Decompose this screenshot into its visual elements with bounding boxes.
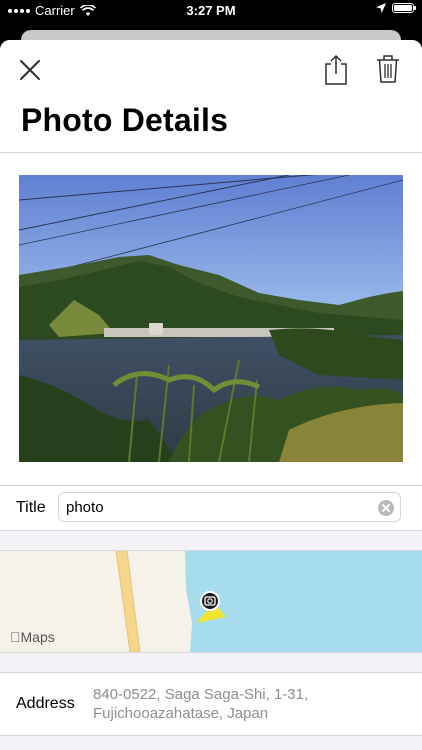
title-input[interactable]: [58, 492, 401, 522]
address-label: Address: [16, 695, 75, 712]
photo-image[interactable]: [19, 175, 403, 462]
status-right: [376, 3, 416, 13]
photo-details-sheet: Photo Details Title photo Maps Address 8…: [0, 40, 422, 750]
title-label: Title: [16, 499, 46, 516]
status-bar: Carrier 3:27 PM: [0, 0, 422, 22]
clear-text-icon[interactable]: [378, 500, 394, 516]
apple-logo-icon: : [10, 629, 21, 645]
photo-section: [0, 153, 422, 486]
maps-label: Maps: [10, 629, 55, 645]
navigation-header: Photo Details: [0, 40, 422, 153]
address-value: 840-0522, Saga Saga-Shi, 1-31, Fujichooa…: [93, 686, 309, 722]
map-view[interactable]: Maps: [0, 550, 422, 653]
address-row: Address 840-0522, Saga Saga-Shi, 1-31, F…: [0, 672, 422, 736]
location-arrow-icon: [376, 3, 386, 13]
page-title: Photo Details: [21, 102, 229, 138]
maps-attribution[interactable]: Maps: [10, 629, 55, 645]
clock: 3:27 PM: [186, 3, 236, 18]
map-pin-camera-icon[interactable]: [200, 591, 220, 611]
close-button[interactable]: [16, 56, 44, 84]
battery-level: [394, 5, 412, 11]
delete-button[interactable]: [376, 54, 400, 84]
title-row: Title: [0, 486, 422, 531]
share-button[interactable]: [322, 54, 350, 86]
battery-icon: [392, 3, 416, 13]
